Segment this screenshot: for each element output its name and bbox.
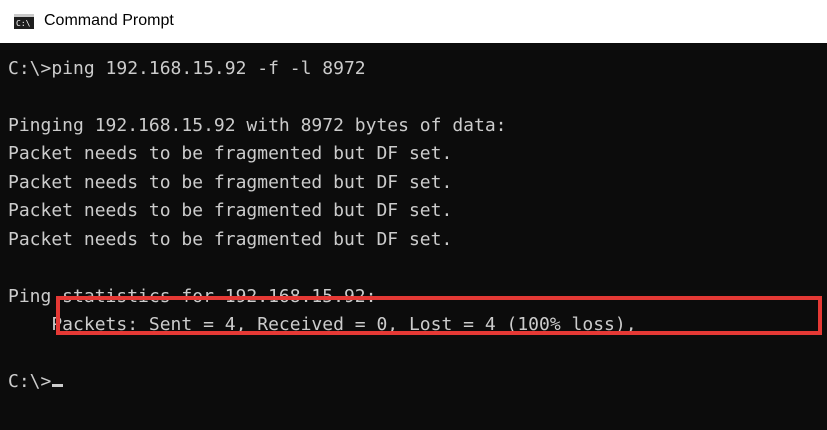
console-line-fragment-2: Packet needs to be fragmented but DF set… bbox=[8, 172, 453, 193]
cmd-console-icon: C:\ bbox=[14, 14, 34, 29]
prompt-text: C:\> bbox=[8, 371, 52, 392]
console-line-prompt[interactable]: C:\> bbox=[8, 368, 64, 396]
svg-text:C:\: C:\ bbox=[16, 19, 31, 28]
title-bar[interactable]: C:\ Command Prompt bbox=[0, 0, 827, 43]
console-output[interactable]: C:\>ping 192.168.15.92 -f -l 8972 Pingin… bbox=[0, 43, 827, 430]
console-line-fragment-1: Packet needs to be fragmented but DF set… bbox=[8, 143, 453, 164]
console-line-fragment-3: Packet needs to be fragmented but DF set… bbox=[8, 200, 453, 221]
text-cursor bbox=[52, 384, 64, 387]
console-line-statistics-heading: Ping statistics for 192.168.15.92: bbox=[8, 286, 377, 307]
window-title: Command Prompt bbox=[44, 12, 174, 29]
command-prompt-window: C:\ Command Prompt C:\>ping 192.168.15.9… bbox=[0, 0, 827, 430]
console-line-pinging: Pinging 192.168.15.92 with 8972 bytes of… bbox=[8, 115, 507, 136]
console-line-fragment-4: Packet needs to be fragmented but DF set… bbox=[8, 229, 453, 250]
console-line-packets-summary: Packets: Sent = 4, Received = 0, Lost = … bbox=[8, 314, 637, 335]
console-line-command: C:\>ping 192.168.15.92 -f -l 8972 bbox=[8, 58, 366, 79]
